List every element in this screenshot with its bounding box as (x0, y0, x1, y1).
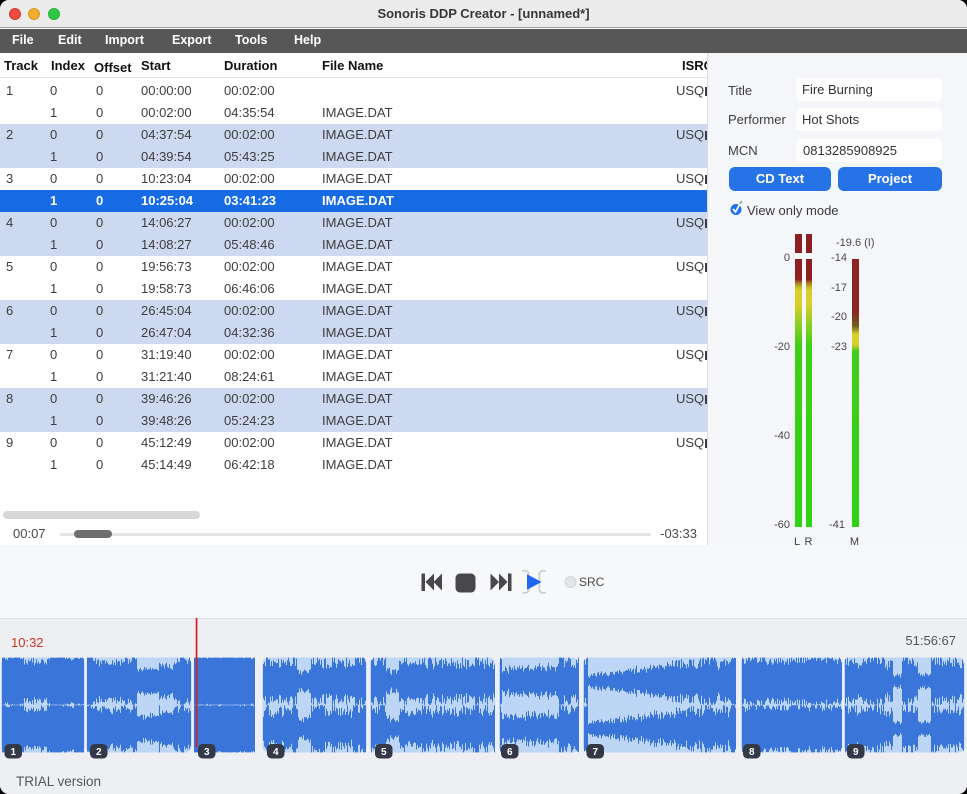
svg-text:7: 7 (592, 747, 598, 758)
svg-text:9: 9 (853, 747, 859, 758)
svg-text:8: 8 (749, 747, 755, 758)
svg-text:3: 3 (204, 747, 210, 758)
svg-text:1: 1 (10, 747, 16, 758)
svg-text:6: 6 (507, 747, 513, 758)
svg-text:2: 2 (96, 747, 102, 758)
svg-text:4: 4 (273, 747, 279, 758)
svg-text:5: 5 (381, 747, 387, 758)
